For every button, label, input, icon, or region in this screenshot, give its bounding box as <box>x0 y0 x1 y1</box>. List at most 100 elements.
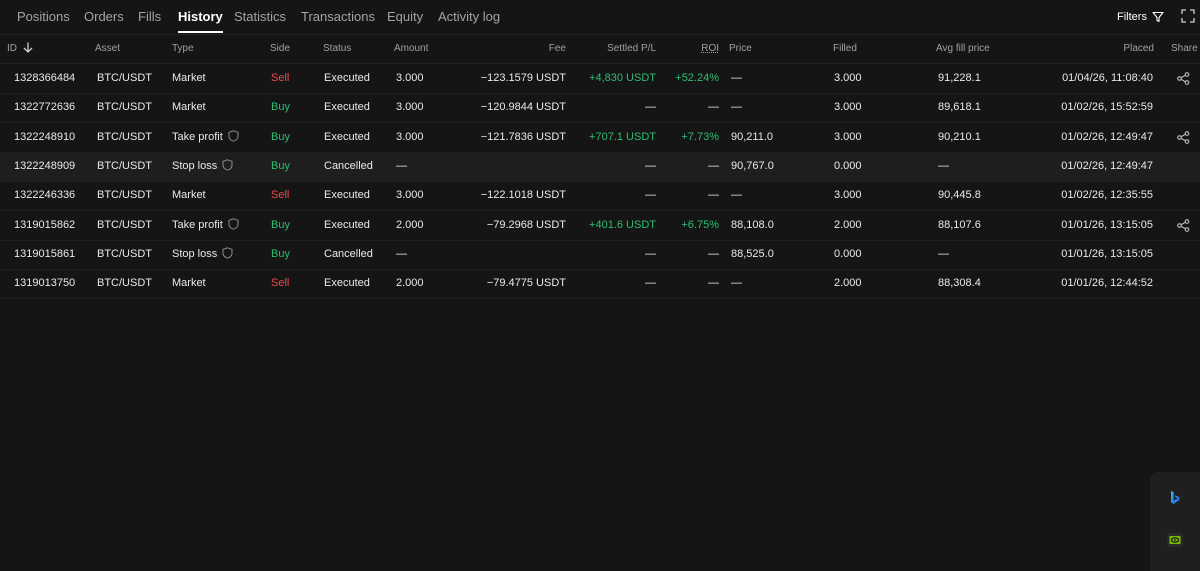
placed-time-cell: 01/02/26, 12:35:55 <box>1060 181 1153 210</box>
status-cell: Executed <box>324 269 370 298</box>
asset-cell: BTC/USDT <box>97 211 152 240</box>
tab-activity-log[interactable]: Activity log <box>438 0 500 34</box>
asset-value: BTC/USDT <box>97 130 152 143</box>
fee-value: −79.4775 USDT <box>486 277 566 290</box>
price-value: 90,767.0 <box>731 159 774 172</box>
order-id-value: 1322772636 <box>14 101 76 114</box>
order-id-cell: 1322246336 <box>14 181 75 210</box>
asset-value: BTC/USDT <box>97 189 152 202</box>
amount-value: 3.000 <box>396 101 424 114</box>
status-value: Executed <box>324 189 370 202</box>
roi-cell: — <box>660 181 719 210</box>
filled-cell: 0.000 <box>834 240 862 269</box>
price-cell: — <box>731 181 742 210</box>
tab-statistics[interactable]: Statistics <box>234 0 286 34</box>
asset-cell: BTC/USDT <box>97 123 152 152</box>
avg-fill-price-value: — <box>938 159 949 172</box>
status-cell: Executed <box>324 64 370 93</box>
placed-time-value: 01/01/26, 13:15:05 <box>1061 247 1153 260</box>
order-id-cell: 1322248909 <box>14 152 75 181</box>
table-row[interactable]: 1322772636 BTC/USDT Market Buy Executed 3.000… <box>0 93 1200 124</box>
share-icon[interactable] <box>1177 72 1190 85</box>
roi-value: — <box>708 247 719 260</box>
tab-positions[interactable]: Positions <box>17 0 70 34</box>
asset-value: BTC/USDT <box>97 159 152 172</box>
settled-pl-cell: +707.1 USDT <box>570 123 656 152</box>
status-value: Executed <box>324 277 370 290</box>
fee-value: −123.1579 USDT <box>480 72 566 84</box>
price-value: 88,108.0 <box>731 218 774 231</box>
order-id-cell: 1319015861 <box>14 240 75 269</box>
settled-pl-cell: — <box>570 93 656 122</box>
placed-time-cell: 01/02/26, 12:49:47 <box>1060 123 1153 152</box>
shield-icon[interactable] <box>228 129 239 142</box>
tab-equity[interactable]: Equity <box>387 0 423 34</box>
tab-orders[interactable]: Orders <box>84 0 124 34</box>
column-header-settled-pl: Settled P/L <box>607 43 656 54</box>
settled-pl-value: — <box>645 247 656 260</box>
fee-value: −120.9844 USDT <box>480 101 566 114</box>
amount-value: 3.000 <box>396 72 424 84</box>
avg-fill-price-value: 91,228.1 <box>938 72 981 84</box>
order-id-cell: 1322772636 <box>14 93 75 122</box>
fee-cell: −121.7836 USDT <box>470 123 566 152</box>
order-type-value: Market <box>172 189 206 202</box>
table-row[interactable]: 1322248909 BTC/USDT Stop loss Buy Cancelled —… <box>0 151 1200 182</box>
fee-value: −122.1018 USDT <box>480 189 566 202</box>
tab-history-label: History <box>178 9 223 24</box>
shield-icon[interactable] <box>222 247 233 259</box>
price-cell: — <box>731 93 742 122</box>
side-value: Buy <box>271 218 290 231</box>
filled-value: 3.000 <box>834 72 862 84</box>
price-value: — <box>731 72 742 84</box>
tab-fills[interactable]: Fills <box>138 0 161 34</box>
order-id-value: 1322246336 <box>14 189 76 202</box>
shield-icon[interactable] <box>228 217 239 230</box>
tab-transactions[interactable]: Transactions <box>301 0 375 34</box>
roi-cell: +7.73% <box>660 123 719 152</box>
roi-value: — <box>708 189 719 202</box>
avg-fill-price-cell: — <box>938 240 949 269</box>
price-cell: 88,108.0 <box>731 211 774 240</box>
nvidia-icon[interactable] <box>1167 532 1183 548</box>
roi-cell: +6.75% <box>660 211 719 240</box>
settled-pl-cell: — <box>570 269 656 298</box>
filters-button[interactable]: Filters <box>1117 8 1164 26</box>
amount-cell: 3.000 <box>396 123 424 152</box>
tab-history[interactable]: History <box>178 0 223 34</box>
table-row[interactable]: 1319013750 BTC/USDT Market Sell Executed 2.00… <box>0 269 1200 300</box>
column-header-roi[interactable]: ROI <box>680 35 719 63</box>
share-icon[interactable] <box>1177 130 1190 144</box>
amount-cell: — <box>396 152 407 181</box>
placed-time-value: 01/01/26, 13:15:05 <box>1061 218 1153 231</box>
order-id-value: 1322248910 <box>14 130 76 143</box>
table-row[interactable]: 1328366484 BTC/USDT Market Sell Executed 3.00… <box>0 64 1200 94</box>
amount-cell: 3.000 <box>396 64 424 93</box>
order-type-value: Stop loss <box>172 159 218 172</box>
avg-fill-price-value: 90,445.8 <box>938 189 981 202</box>
bing-icon[interactable] <box>1167 490 1183 506</box>
column-header-id[interactable]: ID <box>7 35 33 63</box>
column-header-side: Side <box>270 43 291 54</box>
expand-icon[interactable] <box>1181 9 1195 23</box>
table-row[interactable]: 1319015862 BTC/USDT Take profit Buy Executed… <box>0 211 1200 241</box>
fee-value: −79.2968 USDT <box>486 218 566 231</box>
table-row[interactable]: 1322248910 BTC/USDT Take profit Buy Executed… <box>0 123 1200 153</box>
order-id-value: 1319015861 <box>14 247 76 260</box>
share-icon[interactable] <box>1177 218 1190 232</box>
filled-cell: 2.000 <box>834 269 862 298</box>
active-tab-indicator <box>178 31 223 33</box>
shield-icon[interactable] <box>222 159 233 171</box>
placed-time-value: 01/02/26, 12:49:47 <box>1061 130 1153 143</box>
fee-cell <box>470 152 566 181</box>
asset-cell: BTC/USDT <box>97 181 152 210</box>
placed-time-cell: 01/01/26, 13:15:05 <box>1060 211 1153 240</box>
table-row[interactable]: 1319015861 BTC/USDT Stop loss Buy Cancelled —… <box>0 240 1200 270</box>
order-type-value: Market <box>172 72 206 84</box>
order-id-value: 1319015862 <box>14 218 76 231</box>
table-row[interactable]: 1322246336 BTC/USDT Market Sell Executed 3.00… <box>0 181 1200 212</box>
settled-pl-value: — <box>645 277 656 290</box>
status-value: Cancelled <box>324 247 373 260</box>
roi-value: — <box>708 277 719 290</box>
avg-fill-price-cell: 90,210.1 <box>938 123 981 152</box>
